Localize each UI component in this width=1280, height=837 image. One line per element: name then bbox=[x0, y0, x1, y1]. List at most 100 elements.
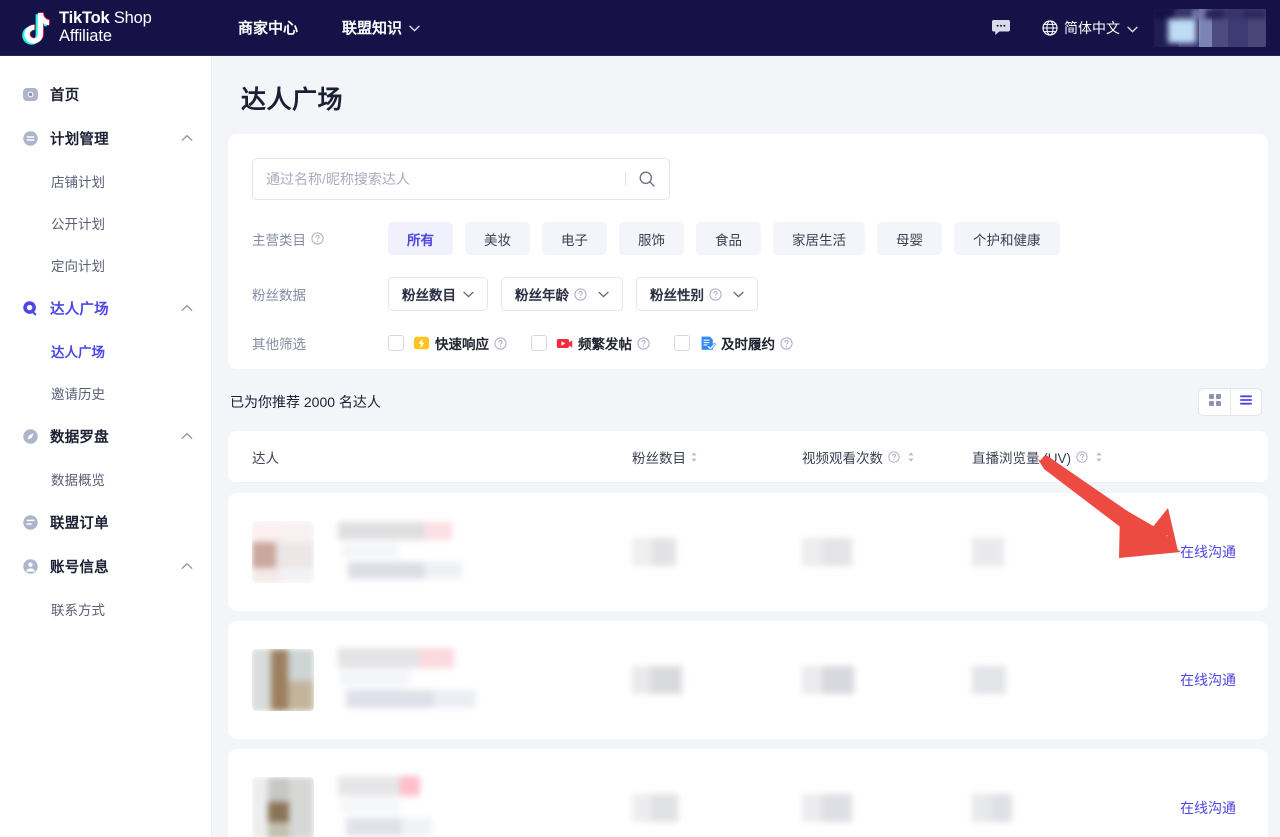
chip-label: 家居生活 bbox=[792, 229, 846, 249]
column-label: 直播浏览量 (UV) bbox=[972, 447, 1071, 467]
sidebar-subitem-open-plan[interactable]: 公开计划 bbox=[0, 202, 211, 244]
dropdown-fans-count[interactable]: 粉丝数目 bbox=[388, 277, 488, 311]
sidebar-subitem-shop-plan[interactable]: 店铺计划 bbox=[0, 160, 211, 202]
header-right-actions: 简体中文 bbox=[986, 9, 1266, 47]
table-row[interactable]: 在线沟通 bbox=[228, 493, 1268, 611]
sidebar-subitem-talent-plaza[interactable]: 达人广场 bbox=[0, 330, 211, 372]
fans-count-cell bbox=[632, 794, 802, 822]
checkbox-label: 及时履约 bbox=[721, 333, 775, 353]
online-chat-link[interactable]: 在线沟通 bbox=[1180, 670, 1244, 690]
blurred-value bbox=[972, 666, 1006, 694]
help-icon[interactable] bbox=[311, 232, 324, 245]
online-chat-link[interactable]: 在线沟通 bbox=[1180, 798, 1244, 818]
table-header-video-views[interactable]: 视频观看次数 bbox=[802, 447, 972, 467]
table-header-fans-count[interactable]: 粉丝数目 bbox=[632, 447, 802, 467]
help-icon[interactable] bbox=[780, 337, 793, 350]
category-chip-home-living[interactable]: 家居生活 bbox=[773, 222, 865, 255]
nav-item-merchant-center[interactable]: 商家中心 bbox=[238, 17, 298, 38]
help-icon[interactable] bbox=[1076, 451, 1088, 463]
sidebar-subitem-targeted-plan[interactable]: 定向计划 bbox=[0, 244, 211, 286]
dropdown-fans-gender[interactable]: 粉丝性别 bbox=[636, 277, 758, 311]
chevron-up-icon bbox=[181, 557, 193, 575]
chevron-down-icon bbox=[598, 291, 609, 298]
fans-count-cell bbox=[632, 666, 802, 694]
category-chip-electronics[interactable]: 电子 bbox=[542, 222, 607, 255]
sidebar-item-affiliate-orders[interactable]: 联盟订单 bbox=[0, 500, 211, 544]
blurred-value bbox=[632, 538, 676, 566]
checkbox-box[interactable] bbox=[388, 335, 404, 351]
talent-avatar bbox=[252, 649, 314, 711]
table-header-live-uv[interactable]: 直播浏览量 (UV) bbox=[972, 447, 1142, 467]
chip-label: 个护和健康 bbox=[973, 229, 1041, 249]
language-selector[interactable]: 简体中文 bbox=[1042, 18, 1138, 38]
checkbox-timely-fulfillment[interactable]: 及时履约 bbox=[674, 333, 793, 353]
nav-item-label: 商家中心 bbox=[238, 17, 298, 38]
chip-label: 服饰 bbox=[638, 229, 665, 249]
filter-label-text: 其他筛选 bbox=[252, 333, 306, 353]
sort-icon[interactable] bbox=[1095, 451, 1103, 463]
sidebar-item-data-compass[interactable]: 数据罗盘 bbox=[0, 414, 211, 458]
category-chip-personal-care-health[interactable]: 个护和健康 bbox=[954, 222, 1060, 255]
live-uv-cell bbox=[972, 538, 1142, 566]
logo-line1-light: Shop bbox=[109, 9, 151, 27]
chip-label: 食品 bbox=[715, 229, 742, 249]
sidebar-item-label: 联盟订单 bbox=[50, 512, 109, 533]
category-chip-apparel[interactable]: 服饰 bbox=[619, 222, 684, 255]
sidebar-subitem-data-overview[interactable]: 数据概览 bbox=[0, 458, 211, 500]
dropdown-fans-age[interactable]: 粉丝年龄 bbox=[501, 277, 623, 311]
talent-table: 达人 粉丝数目 视频观看次数 直播浏览量 (UV) bbox=[228, 431, 1268, 483]
user-account-avatar[interactable] bbox=[1154, 9, 1266, 47]
page-title: 达人广场 bbox=[241, 80, 1268, 116]
help-icon[interactable] bbox=[888, 451, 900, 463]
online-chat-link[interactable]: 在线沟通 bbox=[1180, 542, 1244, 562]
checkbox-box[interactable] bbox=[674, 335, 690, 351]
list-view-button[interactable] bbox=[1230, 389, 1261, 415]
sort-icon[interactable] bbox=[690, 451, 698, 463]
table-row[interactable]: 在线沟通 bbox=[228, 621, 1268, 739]
chevron-up-icon bbox=[181, 129, 193, 147]
search-divider bbox=[625, 172, 626, 186]
help-icon[interactable] bbox=[637, 337, 650, 350]
category-chip-mother-baby[interactable]: 母婴 bbox=[877, 222, 942, 255]
chevron-down-icon bbox=[1127, 20, 1138, 36]
sidebar-item-account-info[interactable]: 账号信息 bbox=[0, 544, 211, 588]
grid-view-button[interactable] bbox=[1199, 389, 1230, 415]
sort-icon[interactable] bbox=[907, 451, 915, 463]
sidebar-subitem-label: 数据概览 bbox=[51, 469, 105, 489]
sidebar-item-talent-plaza[interactable]: 达人广场 bbox=[0, 286, 211, 330]
category-chip-food[interactable]: 食品 bbox=[696, 222, 761, 255]
category-chip-all[interactable]: 所有 bbox=[388, 222, 453, 255]
table-row[interactable]: 在线沟通 bbox=[228, 749, 1268, 837]
sidebar-item-plan-management[interactable]: 计划管理 bbox=[0, 116, 211, 160]
talent-search-box[interactable] bbox=[252, 158, 670, 200]
help-icon[interactable] bbox=[709, 288, 722, 301]
sidebar-subitem-label: 公开计划 bbox=[51, 213, 105, 233]
logo-line2: Affiliate bbox=[59, 28, 152, 46]
grid-icon bbox=[1208, 393, 1222, 412]
header-nav: 商家中心 联盟知识 bbox=[238, 17, 464, 38]
filter-row-fans: 粉丝数据 粉丝数目 粉丝年龄 粉丝性别 bbox=[252, 277, 1244, 311]
talent-cell bbox=[252, 520, 632, 584]
help-icon[interactable] bbox=[574, 288, 587, 301]
sidebar-subitem-contact-info[interactable]: 联系方式 bbox=[0, 588, 211, 630]
chat-bubble-icon[interactable] bbox=[986, 13, 1016, 43]
category-chip-beauty[interactable]: 美妆 bbox=[465, 222, 530, 255]
table-header-row: 达人 粉丝数目 视频观看次数 直播浏览量 (UV) bbox=[228, 431, 1268, 483]
checkbox-box[interactable] bbox=[531, 335, 547, 351]
search-icon[interactable] bbox=[638, 170, 656, 188]
nav-item-affiliate-knowledge[interactable]: 联盟知识 bbox=[342, 17, 420, 38]
tiktok-note-icon bbox=[22, 11, 52, 45]
sidebar-item-home[interactable]: 首页 bbox=[0, 72, 211, 116]
checkbox-frequent-posting[interactable]: 频繁发帖 bbox=[531, 333, 650, 353]
checkbox-quick-response[interactable]: 快速响应 bbox=[388, 333, 507, 353]
filter-panel: 主营类目 所有 美妆 电子 服饰 食品 家居生活 母婴 个护和健康 bbox=[228, 134, 1268, 369]
sidebar-subitem-invite-history[interactable]: 邀请历史 bbox=[0, 372, 211, 414]
sidebar-group-account-info: 账号信息 联系方式 bbox=[0, 544, 211, 630]
help-icon[interactable] bbox=[494, 337, 507, 350]
sidebar-subitem-label: 邀请历史 bbox=[51, 383, 105, 403]
brand-logo[interactable]: TikTok Shop Affiliate bbox=[22, 10, 202, 45]
search-input[interactable] bbox=[266, 171, 625, 187]
talent-cell bbox=[252, 648, 632, 712]
brand-logo-text: TikTok Shop Affiliate bbox=[59, 10, 152, 45]
column-label: 达人 bbox=[252, 451, 279, 466]
